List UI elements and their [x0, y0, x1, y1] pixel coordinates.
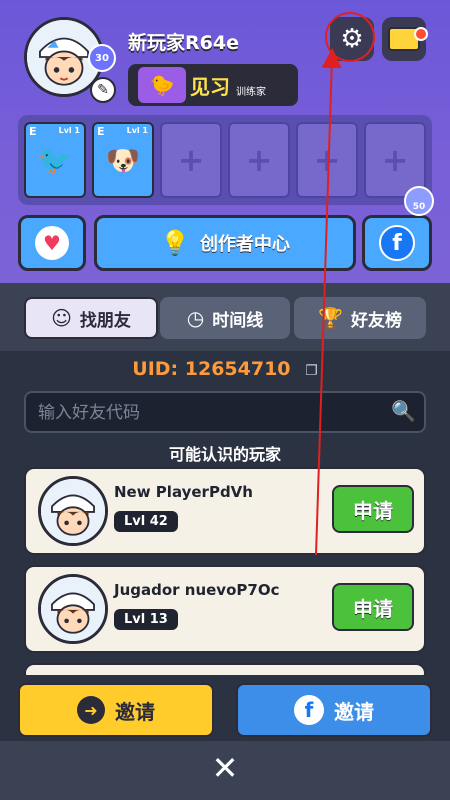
username: 新玩家R64e: [128, 32, 239, 54]
edit-profile-icon[interactable]: ✎: [90, 77, 116, 103]
level-badge: 30: [88, 44, 116, 72]
heart-icon: ♥: [35, 226, 69, 260]
tab-leaderboard[interactable]: 🏆 好友榜: [294, 297, 426, 339]
apply-button[interactable]: 申请: [332, 583, 414, 631]
plus-icon: +: [381, 141, 409, 179]
clock-icon: ◷: [186, 306, 205, 330]
facebook-button[interactable]: f: [362, 215, 432, 271]
plus-icon: +: [245, 141, 273, 179]
uid-display: UID: 12654710 ❐: [0, 358, 450, 380]
share-arrow-icon: ➜: [77, 696, 105, 724]
mail-button[interactable]: [382, 17, 428, 61]
player-level: Lvl 42: [114, 511, 178, 532]
empty-slot[interactable]: +: [160, 122, 222, 198]
facebook-icon: f: [294, 695, 324, 725]
lightbulb-icon: 💡: [160, 229, 190, 257]
invite-label: 邀请: [115, 699, 155, 724]
copy-icon[interactable]: ❐: [305, 363, 318, 379]
pet-slot-2[interactable]: E Lvl 1 🐶: [92, 122, 154, 198]
uid-text: UID: 12654710: [132, 358, 291, 380]
avatar-portrait-icon: [41, 577, 105, 641]
avatar-portrait-icon: [41, 479, 105, 543]
friend-code-search[interactable]: 🔍: [24, 391, 426, 433]
invite-facebook-label: 邀请: [334, 699, 374, 724]
player-name: Jugador nuevoP7Oc: [114, 581, 280, 599]
pet-level: Lvl 1: [126, 126, 148, 135]
player-level: Lvl 13: [114, 609, 178, 630]
invite-facebook-button[interactable]: f 邀请: [236, 683, 432, 737]
tab-find-friends[interactable]: ☺ 找朋友: [24, 297, 158, 339]
pet-slot-1[interactable]: E Lvl 1 🐦: [24, 122, 86, 198]
plus-icon: +: [313, 141, 341, 179]
close-icon[interactable]: ✕: [209, 749, 241, 787]
annotation-circle: [325, 12, 375, 62]
rank-emblem-icon: 🐤: [138, 67, 186, 103]
search-input[interactable]: [36, 399, 380, 427]
plus-icon: +: [177, 141, 205, 179]
tab-label: 好友榜: [350, 310, 402, 331]
rank-subtitle: 训练家: [236, 86, 266, 98]
search-icon[interactable]: 🔍: [391, 399, 416, 423]
empty-slot[interactable]: +: [296, 122, 358, 198]
search-face-icon: ☺: [51, 306, 72, 330]
player-avatar[interactable]: [38, 476, 108, 546]
trophy-icon: 🏆: [318, 306, 343, 330]
apply-button[interactable]: 申请: [332, 485, 414, 533]
rank-title: 见习: [190, 74, 230, 99]
list-item: Jugador nuevoP7Oc Lvl 13 申请: [24, 565, 426, 653]
notification-dot: [414, 27, 428, 41]
pet-tier: E: [97, 125, 105, 138]
dog-pet-icon: 🐶: [105, 143, 141, 177]
section-title: 可能认识的玩家: [168, 445, 281, 464]
pet-tier: E: [29, 125, 37, 138]
tab-label: 找朋友: [79, 310, 131, 331]
invite-button[interactable]: ➜ 邀请: [18, 683, 214, 737]
list-item: New PlayerPdVh Lvl 42 申请: [24, 467, 426, 555]
bird-pet-icon: 🐦: [37, 143, 73, 177]
tab-label: 时间线: [212, 310, 264, 331]
rank-badge[interactable]: 🐤 见习 训练家: [128, 64, 298, 106]
creator-center-button[interactable]: 💡 创作者中心: [94, 215, 356, 271]
tab-bar: ☺ 找朋友 ◷ 时间线 🏆 好友榜: [0, 283, 450, 351]
facebook-icon: f: [379, 225, 415, 261]
empty-slot[interactable]: +: [228, 122, 290, 198]
player-name: New PlayerPdVh: [114, 483, 253, 501]
favorite-button[interactable]: ♥: [18, 215, 86, 271]
tab-timeline[interactable]: ◷ 时间线: [160, 297, 290, 339]
player-avatar[interactable]: [38, 574, 108, 644]
pet-slots: E Lvl 1 🐦 E Lvl 1 🐶 + + + +: [18, 115, 432, 205]
creator-center-label: 创作者中心: [199, 234, 290, 255]
pet-level: Lvl 1: [58, 126, 80, 135]
gem-reward-badge: 50: [404, 186, 434, 216]
